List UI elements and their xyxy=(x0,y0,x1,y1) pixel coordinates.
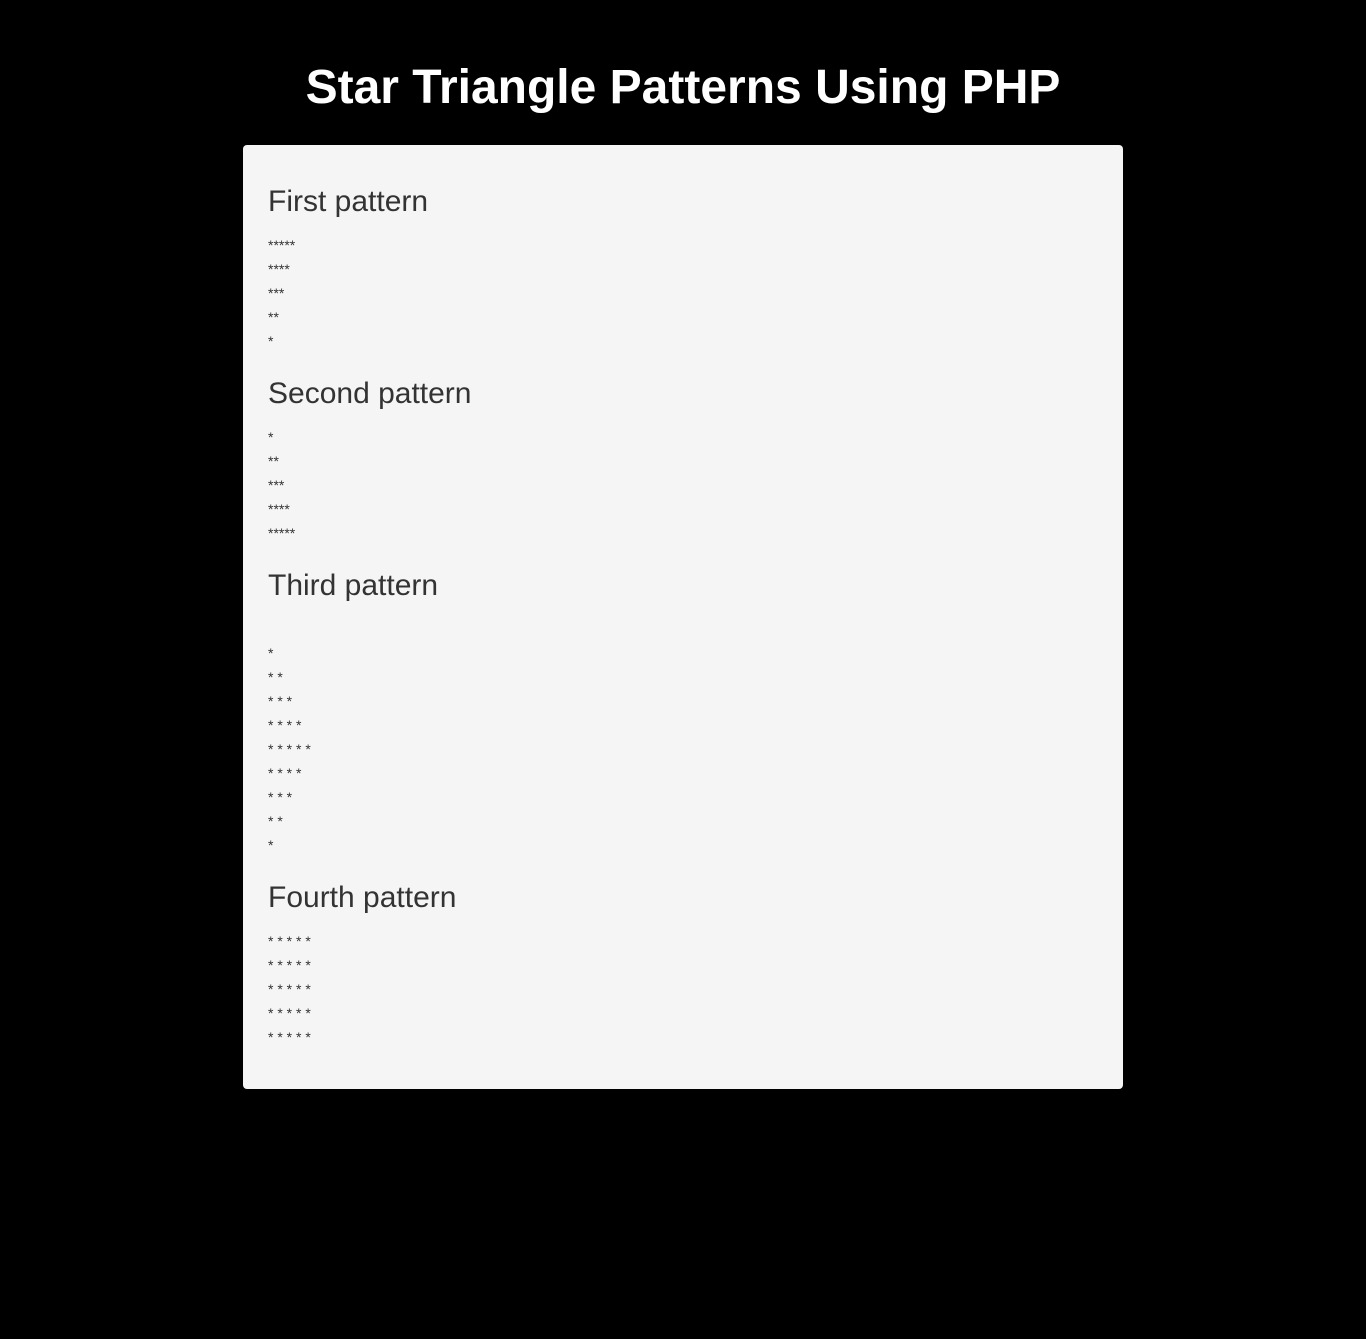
pattern-line: ***** xyxy=(268,233,1098,257)
pattern-line: * * * * * xyxy=(268,929,1098,953)
pattern-line: * * * * xyxy=(268,713,1098,737)
first-pattern-block: ***** **** *** ** * xyxy=(268,233,1098,353)
pattern-line: * xyxy=(268,641,1098,665)
fourth-pattern-heading: Fourth pattern xyxy=(268,881,1098,915)
pattern-line: * * * * * xyxy=(268,977,1098,1001)
pattern-line: * * * * * xyxy=(268,1001,1098,1025)
pattern-line: * xyxy=(268,329,1098,353)
pattern-line: **** xyxy=(268,257,1098,281)
pattern-line: * * * * * xyxy=(268,1025,1098,1049)
pattern-line: * * * * * xyxy=(268,953,1098,977)
second-pattern-heading: Second pattern xyxy=(268,377,1098,411)
third-pattern-heading: Third pattern xyxy=(268,569,1098,603)
second-pattern-block: * ** *** **** ***** xyxy=(268,425,1098,545)
pattern-line: **** xyxy=(268,497,1098,521)
pattern-line: ***** xyxy=(268,521,1098,545)
pattern-line: * * * * xyxy=(268,761,1098,785)
page-title: Star Triangle Patterns Using PHP xyxy=(0,60,1366,115)
first-pattern-heading: First pattern xyxy=(268,185,1098,219)
content-panel: First pattern ***** **** *** ** * Second… xyxy=(243,145,1123,1089)
pattern-line: * xyxy=(268,833,1098,857)
third-pattern-block: * * * * * * * * * * * * * * * * * * * * … xyxy=(268,617,1098,857)
pattern-line: * * * xyxy=(268,785,1098,809)
pattern-line: * xyxy=(268,425,1098,449)
fourth-pattern-block: * * * * * * * * * * * * * * * * * * * * … xyxy=(268,929,1098,1049)
pattern-line: *** xyxy=(268,473,1098,497)
pattern-line: * * * xyxy=(268,689,1098,713)
pattern-line: * * xyxy=(268,809,1098,833)
pattern-line: ** xyxy=(268,305,1098,329)
pattern-line: ** xyxy=(268,449,1098,473)
pattern-line: *** xyxy=(268,281,1098,305)
pattern-line: * * xyxy=(268,665,1098,689)
pattern-line: * * * * * xyxy=(268,737,1098,761)
pattern-blank-line xyxy=(268,617,1098,641)
